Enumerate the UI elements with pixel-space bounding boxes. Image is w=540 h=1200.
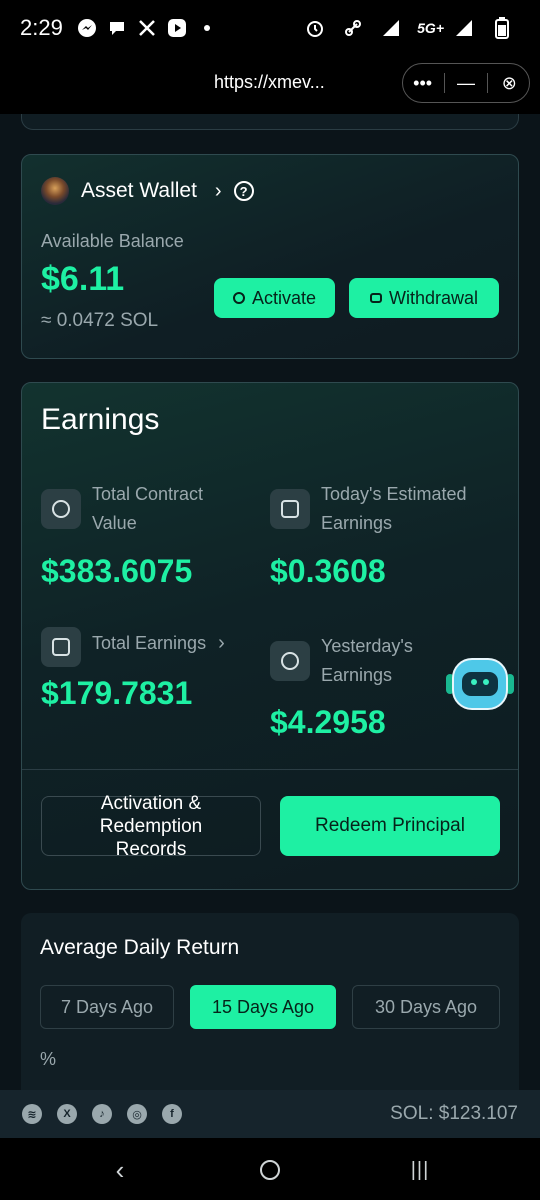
avatar — [41, 177, 69, 205]
signal-icon-2 — [452, 16, 476, 40]
help-icon[interactable]: ? — [233, 181, 254, 201]
withdrawal-button[interactable]: Withdrawal — [349, 278, 499, 318]
tab-7-days[interactable]: 7 Days Ago — [40, 985, 174, 1029]
activate-button[interactable]: Activate — [214, 278, 335, 318]
withdrawal-label: Withdrawal — [388, 287, 479, 308]
total-contract-value: $383.6075 — [41, 553, 193, 589]
balance-label: Available Balance — [41, 231, 184, 251]
status-bar: 2:29 5G+ — [0, 0, 540, 56]
sol-price: SOL: $123.107 — [390, 1103, 518, 1124]
browser-bar: https://xmev... ••• — ⊗ — [0, 56, 540, 114]
play-icon — [165, 16, 189, 40]
more-options-button[interactable]: ••• — [405, 65, 441, 101]
activate-icon — [232, 292, 245, 304]
minimize-button[interactable]: — — [448, 65, 484, 101]
instagram-icon[interactable]: ◎ — [127, 1104, 147, 1124]
system-nav-bar: ‹ ||| — [0, 1138, 540, 1200]
messenger-icon — [75, 16, 99, 40]
asset-wallet-card: Asset Wallet › ? Available Balance $6.11… — [21, 154, 519, 359]
facebook-icon[interactable]: f — [162, 1104, 182, 1124]
close-button[interactable]: ⊗ — [491, 65, 527, 101]
x-logo-icon — [135, 16, 159, 40]
records-button[interactable]: Activation & Redemption Records — [41, 793, 261, 860]
tiktok-icon[interactable]: ♪ — [92, 1104, 112, 1124]
recent-apps-icon[interactable]: ||| — [400, 1152, 440, 1188]
average-daily-return-card: Average Daily Return 7 Days Ago 15 Days … — [21, 913, 519, 1090]
x-icon[interactable]: X — [57, 1104, 77, 1124]
home-icon[interactable] — [250, 1152, 290, 1188]
balance-sol: ≈ 0.0472 SOL — [41, 310, 159, 331]
user-icon — [41, 489, 81, 529]
status-time: 2:29 — [20, 15, 63, 40]
page-content: Asset Wallet › ? Available Balance $6.11… — [0, 114, 540, 1090]
footer: ≋ X ♪ ◎ f SOL: $123.107 — [0, 1090, 540, 1138]
tab-15-days[interactable]: 15 Days Ago — [190, 985, 336, 1029]
dot-icon — [195, 16, 219, 40]
calendar-icon — [270, 489, 310, 529]
today-earnings-label: Today's Estimated Earnings — [321, 484, 467, 533]
today-earnings-value: $0.3608 — [270, 553, 386, 589]
signal-icon — [379, 16, 403, 40]
battery-icon — [490, 16, 514, 40]
status-right: 5G+ — [303, 16, 520, 40]
balance-value: $6.11 — [41, 260, 125, 298]
pocket-icon — [270, 641, 310, 681]
asset-wallet-title[interactable]: Asset Wallet — [81, 179, 197, 203]
network-type: 5G+ — [417, 20, 444, 36]
earnings-divider — [22, 769, 518, 770]
total-earnings-link[interactable]: Total Earnings › — [92, 632, 225, 655]
average-daily-return-title: Average Daily Return — [40, 936, 240, 959]
chevron-right-icon[interactable]: › — [218, 632, 225, 655]
total-earnings-label: Total Earnings — [92, 633, 207, 653]
earnings-card: Earnings Total Contract Value $383.6075 … — [21, 382, 519, 890]
browser-controls: ••• — ⊗ — [402, 63, 530, 103]
document-icon — [41, 627, 81, 667]
total-contract-label: Total Contract Value — [92, 484, 204, 533]
controls-divider — [487, 73, 489, 93]
total-earnings-value: $179.7831 — [41, 675, 193, 711]
link-icon — [341, 16, 365, 40]
alarm-icon — [303, 16, 327, 40]
chart-unit-label: % — [40, 1049, 57, 1069]
chat-bubble-icon — [105, 16, 129, 40]
controls-divider — [443, 73, 445, 93]
earnings-title: Earnings — [41, 403, 160, 436]
chevron-right-icon[interactable]: › — [215, 180, 222, 203]
activate-label: Activate — [251, 287, 317, 308]
asset-wallet-header[interactable]: Asset Wallet › ? — [41, 177, 254, 205]
layers-icon[interactable]: ≋ — [22, 1104, 42, 1124]
redeem-principal-button[interactable]: Redeem Principal — [280, 796, 500, 856]
previous-card — [21, 114, 519, 130]
yesterday-earnings-value: $4.2958 — [270, 704, 386, 740]
assistant-robot-icon[interactable] — [444, 654, 516, 722]
url-text[interactable]: https://xmev... — [214, 72, 325, 93]
wallet-icon — [369, 293, 382, 303]
back-icon[interactable]: ‹ — [100, 1152, 140, 1188]
tab-30-days[interactable]: 30 Days Ago — [352, 985, 500, 1029]
